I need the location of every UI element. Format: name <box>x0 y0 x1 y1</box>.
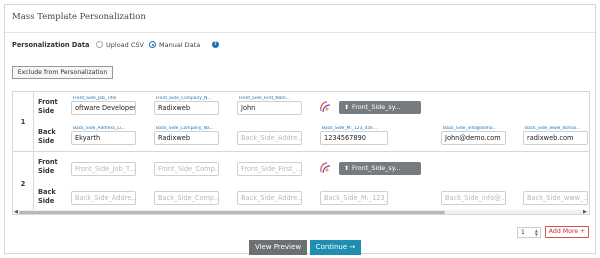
upload-icon: ⬆ <box>344 104 350 111</box>
front-company-input[interactable]: Front_Side_Comp... <box>154 162 219 176</box>
back-email-input[interactable]: John@demo.com <box>441 131 506 145</box>
back-website-input[interactable]: radixweb.com <box>523 131 588 145</box>
add-more-button[interactable]: Add More + <box>545 226 589 238</box>
upload-csv-label[interactable]: Upload CSV <box>106 41 144 49</box>
help-icon[interactable]: ? <box>212 41 219 48</box>
divider <box>5 32 595 33</box>
front-first-name-input[interactable]: Front_Side_First_... <box>237 162 302 176</box>
upload-label: Front_Side_sy... <box>352 103 401 111</box>
front-job-title-input[interactable]: oftware Developer <box>71 101 136 115</box>
front-side-label: Front Side <box>38 158 58 175</box>
personalization-grid: 1 Front Side Back Side Front_Side_Job_Titl… <box>12 91 590 215</box>
manual-data-radio[interactable] <box>149 41 156 48</box>
scroll-right-icon[interactable]: ▶ <box>583 209 587 214</box>
row-number: 2 <box>20 180 26 188</box>
personalization-data-label: Personalization Data <box>12 41 90 49</box>
upload-icon: ⬆ <box>344 165 350 172</box>
row-divider <box>13 151 589 152</box>
front-upload-button[interactable]: ⬆ Front_Side_sy... <box>339 162 421 175</box>
back-address-input[interactable]: Back_Side_Addre... <box>71 191 136 205</box>
back-side-label: Back Side <box>38 188 56 205</box>
front-first-name-input[interactable]: John <box>237 101 302 115</box>
page-number-value: 1 <box>521 229 525 236</box>
back-email-input[interactable]: Back_Side_info@... <box>441 191 506 205</box>
upload-label: Front_Side_sy... <box>352 164 401 172</box>
back-website-input[interactable]: Back_Side_www_... <box>523 191 588 205</box>
back-address-input[interactable]: Ekyarth <box>71 131 136 145</box>
back-mobile-input[interactable]: 1234567890 <box>320 131 388 145</box>
back-mobile-input[interactable]: Back_Side_M:_123_456... <box>320 191 388 205</box>
view-preview-button[interactable]: View Preview <box>249 240 307 255</box>
manual-data-label[interactable]: Manual Data <box>159 41 200 49</box>
front-job-title-input[interactable]: Front_Side_Job_T... <box>71 162 136 176</box>
logo-icon <box>320 162 331 174</box>
back-address2-input[interactable]: Back_Side_Addre... <box>237 131 302 145</box>
row-number: 1 <box>20 118 26 126</box>
back-company-input[interactable]: Radixweb <box>154 131 219 145</box>
back-address2-input[interactable]: Back_Side_Addre... <box>237 191 302 205</box>
logo-icon <box>320 101 331 113</box>
panel-title: Mass Template Personalization <box>12 12 146 22</box>
spinner-icon[interactable]: ▲ ▼ <box>535 229 538 237</box>
back-side-label: Back Side <box>38 128 56 145</box>
front-side-label: Front Side <box>38 98 58 115</box>
page-number-input[interactable]: 1 ▲ ▼ <box>517 227 541 238</box>
front-company-input[interactable]: Radixweb <box>154 101 219 115</box>
back-company-input[interactable]: Back_Side_Comp... <box>154 191 219 205</box>
scrollbar-thumb[interactable] <box>19 211 445 214</box>
scroll-left-icon[interactable]: ◀ <box>14 209 18 214</box>
front-upload-button[interactable]: ⬆ Front_Side_sy... <box>339 101 421 114</box>
upload-csv-radio[interactable] <box>96 41 103 48</box>
continue-button[interactable]: Continue → <box>310 240 361 255</box>
exclude-from-personalization-button[interactable]: Exclude from Personalization <box>12 66 113 79</box>
mass-template-panel: Mass Template Personalization Personaliz… <box>4 4 596 255</box>
